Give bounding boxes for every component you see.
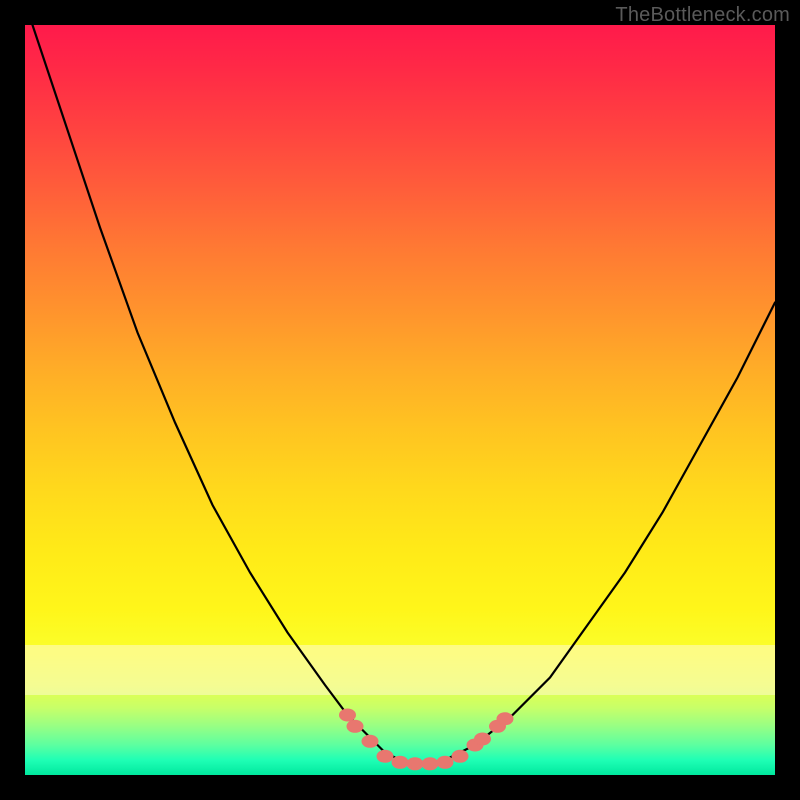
- marker-group: [340, 709, 514, 770]
- bottleneck-curve: [33, 25, 776, 764]
- highlight-marker: [497, 713, 513, 725]
- watermark-text: TheBottleneck.com: [615, 4, 790, 27]
- highlight-marker: [407, 758, 423, 770]
- highlight-marker: [362, 735, 378, 747]
- highlight-marker: [340, 709, 356, 721]
- highlight-marker: [452, 750, 468, 762]
- highlight-marker: [347, 720, 363, 732]
- highlight-marker: [392, 756, 408, 768]
- curve-layer: [25, 25, 775, 775]
- plot-area: [25, 25, 775, 775]
- highlight-marker: [422, 758, 438, 770]
- highlight-marker: [475, 733, 491, 745]
- highlight-marker: [377, 750, 393, 762]
- chart-stage: TheBottleneck.com: [0, 0, 800, 800]
- highlight-marker: [437, 756, 453, 768]
